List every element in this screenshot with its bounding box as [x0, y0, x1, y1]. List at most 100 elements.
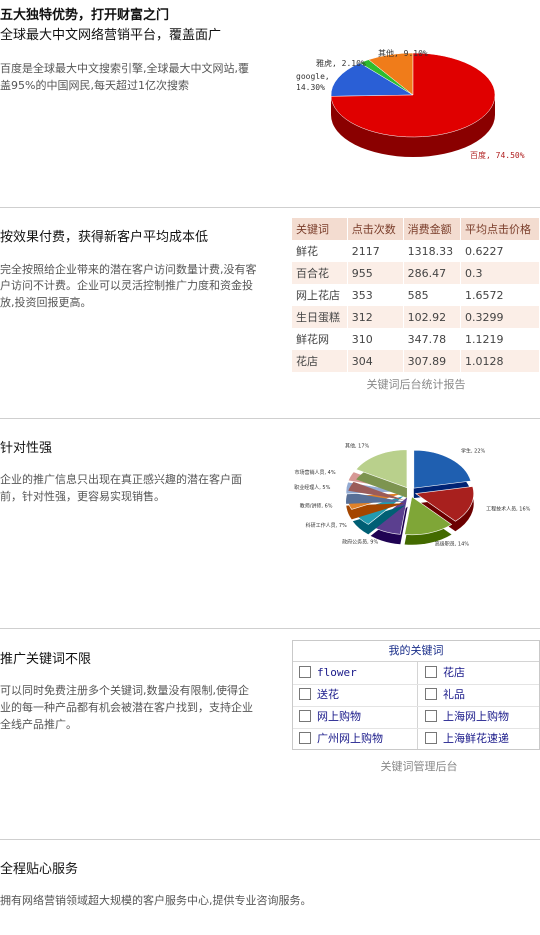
table-row: 百合花 955 286.47 0.3 — [292, 262, 540, 284]
cell: 鲜花 — [292, 240, 348, 262]
cell: 生日蛋糕 — [292, 306, 348, 328]
keyword-box-title: 我的关键词 — [293, 641, 539, 662]
pie-label-baidu: 百度, 74.50% — [470, 150, 525, 160]
cell: 百合花 — [292, 262, 348, 284]
cell: 585 — [403, 284, 461, 306]
cell: 304 — [347, 350, 404, 372]
keyword-checkbox-guangzhou-gouwu[interactable]: 广州网上购物 — [295, 728, 383, 750]
pie-label-other: 其他, 9.10% — [378, 48, 428, 58]
cell: 1.1219 — [460, 328, 540, 350]
keyword-label: 礼品 — [443, 688, 465, 701]
cell: 1318.33 — [403, 240, 461, 262]
keyword-checkbox-wangshanggouwu[interactable]: 网上购物 — [295, 706, 361, 728]
checkbox[interactable] — [299, 666, 311, 678]
table-caption: 关键词后台统计报告 — [366, 378, 466, 391]
keyword-label: 网上购物 — [317, 710, 361, 723]
cell: 1.0128 — [460, 350, 540, 372]
cell: 网上花店 — [292, 284, 348, 306]
section5-title: 全程贴心服务 — [0, 862, 79, 877]
intro-subtitle: 全球最大中文网络营销平台，覆盖面广 — [0, 28, 222, 43]
pie-label-5: 教师/讲师, 6% — [300, 502, 333, 509]
market-share-pie-chart: 百度, 74.50% google, 14.30% 雅虎, 2.10% 其他, 9… — [296, 48, 525, 160]
pie-label-0: 学生, 22% — [461, 447, 486, 454]
cell: 307.89 — [403, 350, 461, 372]
section-divider-3 — [0, 628, 540, 629]
section4-desc-line1: 可以同时免费注册多个关键词,数量没有限制,使得企 — [0, 684, 249, 697]
checkbox[interactable] — [299, 732, 311, 744]
section4-desc-line3: 全线产品推广。 — [0, 718, 77, 731]
intro-desc-line2: 盖95%的中国网民,每天超过1亿次搜索 — [0, 79, 189, 92]
section2-desc-line3: 放,投资回报更高。 — [0, 296, 92, 309]
pie-label-2: 高级职员, 14% — [435, 540, 470, 547]
col-cost: 消费金额 — [403, 218, 461, 240]
cell: 0.3 — [460, 262, 540, 284]
cell: 353 — [347, 284, 404, 306]
checkbox[interactable] — [299, 710, 311, 722]
cell: 1.6572 — [460, 284, 540, 306]
table-row: 鲜花网 310 347.78 1.1219 — [292, 328, 540, 350]
section2-desc-line2: 户访问不计费。企业可以灵活控制推广力度和资金投 — [0, 279, 253, 292]
keyword-checkbox-flower[interactable]: flower — [295, 662, 357, 684]
table-row: 生日蛋糕 312 102.92 0.3299 — [292, 306, 540, 328]
col-clicks: 点击次数 — [347, 218, 404, 240]
section3-desc-line1: 企业的推广信息只出现在真正感兴趣的潜在客户面 — [0, 473, 242, 486]
keyword-checkbox-shanghai-gouwu[interactable]: 上海网上购物 — [421, 706, 509, 728]
checkbox[interactable] — [425, 688, 437, 700]
table-row: 鲜花 2117 1318.33 0.6227 — [292, 240, 540, 262]
keyword-label: 上海鲜花速递 — [443, 732, 509, 745]
cell: 347.78 — [403, 328, 461, 350]
cell: 955 — [347, 262, 404, 284]
keyword-box-caption: 关键词管理后台 — [380, 760, 458, 773]
section-divider-2 — [0, 418, 540, 419]
section3-title: 针对性强 — [0, 441, 53, 456]
keyword-label: flower — [317, 666, 357, 679]
checkbox[interactable] — [299, 688, 311, 700]
keyword-label: 上海网上购物 — [443, 710, 509, 723]
cell: 0.6227 — [460, 240, 540, 262]
keyword-label: 广州网上购物 — [317, 732, 383, 745]
keyword-box: 我的关键词 flower 花店 送花 礼品 网上购物 上海网上购物 广州网上购物… — [292, 640, 540, 750]
keyword-checkbox-huadian[interactable]: 花店 — [421, 662, 465, 684]
pie-label-google: google, 14.30% — [296, 72, 330, 92]
pie-label-3: 政府公务员, 9% — [342, 539, 378, 546]
pie-label-4: 科研工作人员, 7% — [306, 522, 347, 529]
section5-desc: 拥有网络营销领域超大规模的客户服务中心,提供专业咨询服务。 — [0, 894, 312, 907]
keyword-label: 送花 — [317, 688, 339, 701]
cell: 286.47 — [403, 262, 461, 284]
keyword-stats-table: 关键词 点击次数 消费金额 平均点击价格 鲜花 2117 1318.33 0.6227… — [292, 218, 540, 372]
keyword-checkbox-songhua[interactable]: 送花 — [295, 684, 339, 706]
cell: 花店 — [292, 350, 348, 372]
pie-label-8: 其他, 17% — [345, 443, 370, 450]
keyword-label: 花店 — [443, 666, 465, 679]
cell: 312 — [347, 306, 404, 328]
audience-pie-chart: 学生, 22% 工程技术人员, 16% 高级职员, 14% 政府公务员, 9% 科研工作… — [294, 443, 531, 548]
checkbox[interactable] — [425, 732, 437, 744]
table-row: 花店 304 307.89 1.0128 — [292, 350, 540, 372]
section4-title: 推广关键词不限 — [0, 652, 92, 667]
cell: 0.3299 — [460, 306, 540, 328]
pie-label-yahoo: 雅虎, 2.10% — [316, 58, 366, 68]
table-header-row: 关键词 点击次数 消费金额 平均点击价格 — [292, 218, 540, 240]
section4-desc-line2: 业的每一种产品都有机会被潜在客户找到，支持企业 — [0, 701, 253, 714]
pie-label-7: 市场营销人员, 4% — [294, 469, 335, 476]
pie-label-1: 工程技术人员, 16% — [486, 506, 531, 513]
cell: 102.92 — [403, 306, 461, 328]
checkbox[interactable] — [425, 710, 437, 722]
table-row: 网上花店 353 585 1.6572 — [292, 284, 540, 306]
section2-desc-line1: 完全按照给企业带来的潜在客户访问数量计费,没有客 — [0, 263, 257, 276]
col-keyword: 关键词 — [292, 218, 348, 240]
keyword-checkbox-lipin[interactable]: 礼品 — [421, 684, 465, 706]
cell: 2117 — [347, 240, 404, 262]
section-divider-1 — [0, 207, 540, 208]
keyword-checkbox-shanghai-xianhua[interactable]: 上海鲜花速递 — [421, 728, 509, 750]
col-avg-price: 平均点击价格 — [460, 218, 540, 240]
main-heading: 五大独特优势，打开财富之门 — [0, 8, 170, 23]
intro-desc-line1: 百度是全球最大中文搜索引擎,全球最大中文网站,覆 — [0, 62, 249, 75]
section2-title: 按效果付费，获得新客户平均成本低 — [0, 230, 209, 245]
cell: 鲜花网 — [292, 328, 348, 350]
section-divider-4 — [0, 839, 540, 840]
cell: 310 — [347, 328, 404, 350]
pie-label-6: 职业经理人, 5% — [294, 484, 330, 491]
section3-desc-line2: 前，针对性强，更容易实现销售。 — [0, 490, 165, 503]
checkbox[interactable] — [425, 666, 437, 678]
